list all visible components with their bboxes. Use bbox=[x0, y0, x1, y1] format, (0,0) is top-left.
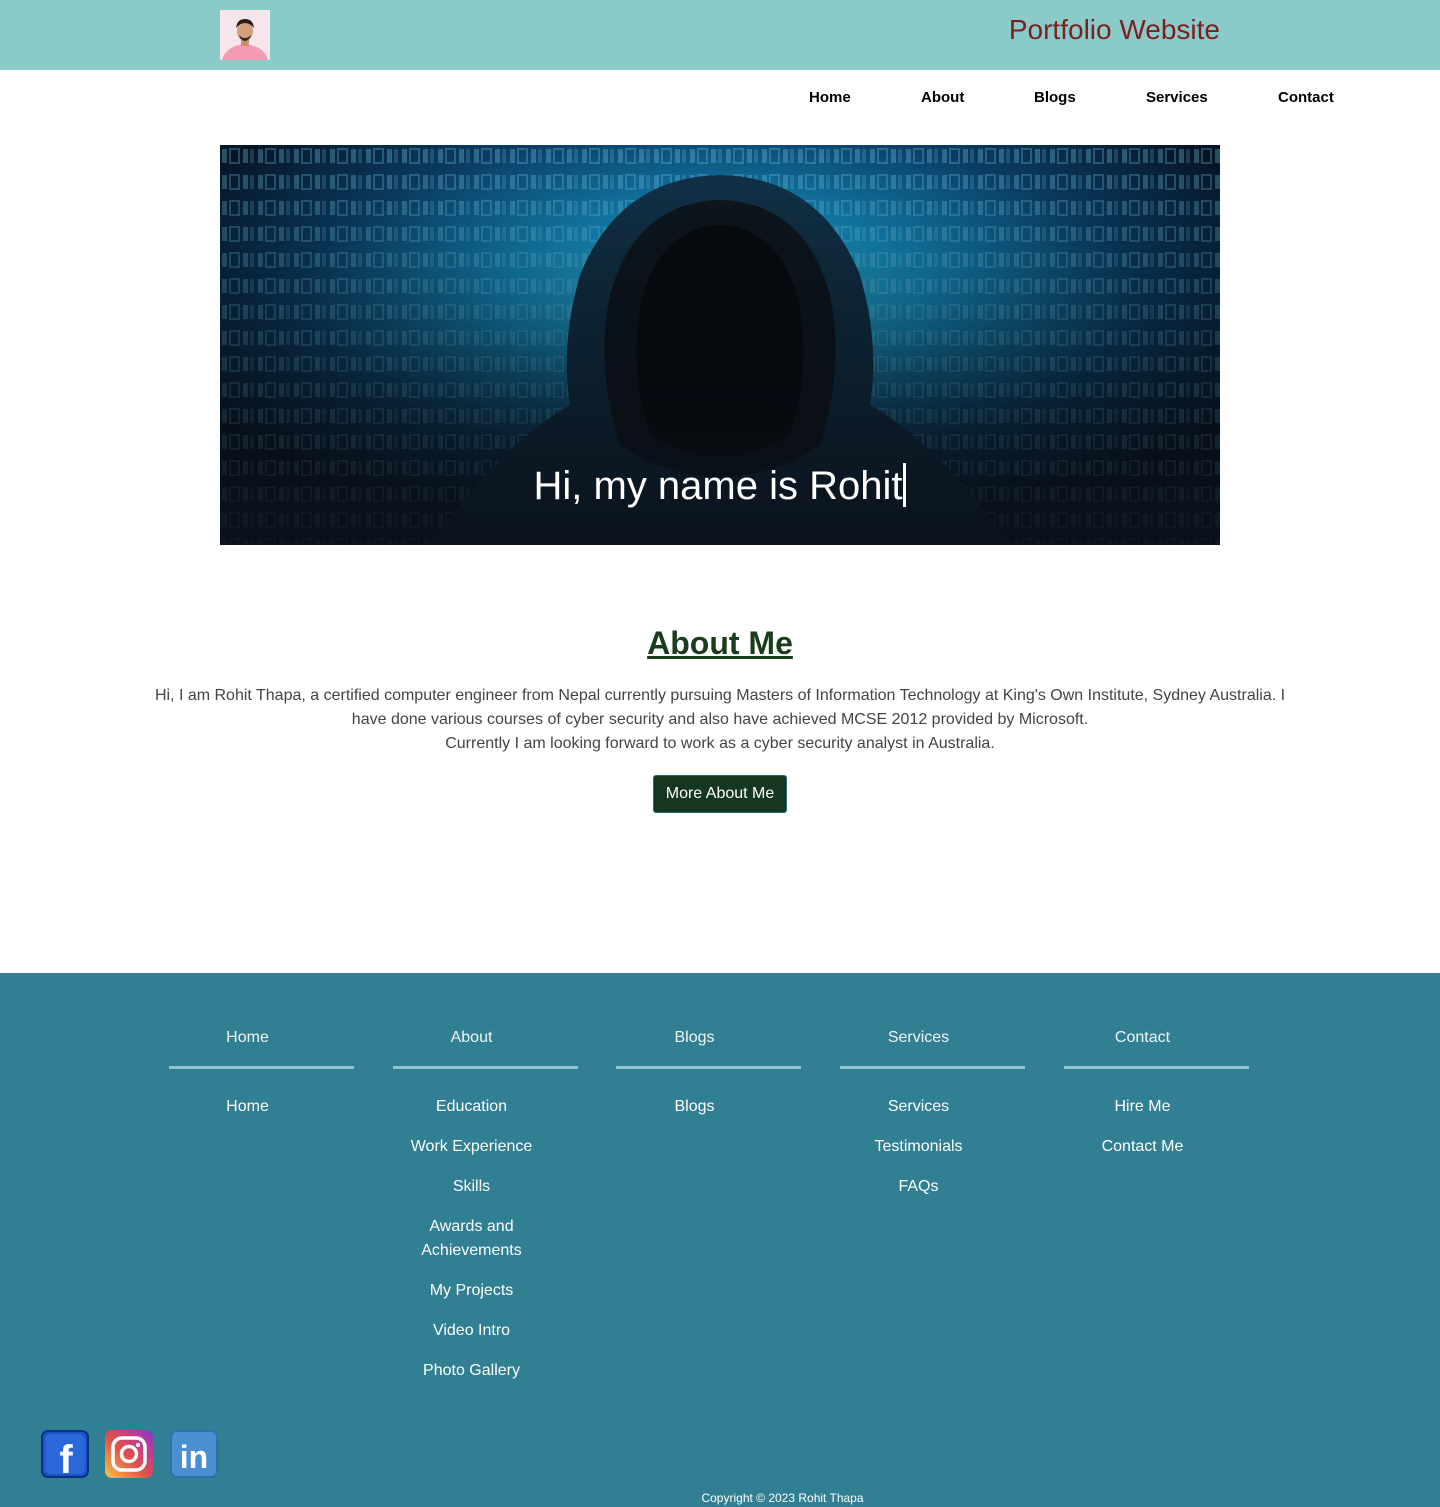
about-text: Hi, I am Rohit Thapa, a certified comput… bbox=[150, 684, 1290, 756]
footer-link-testimonials[interactable]: Testimonials bbox=[826, 1135, 1011, 1159]
nav-item-contact[interactable]: Contact bbox=[1278, 89, 1334, 106]
nav-item-blogs[interactable]: Blogs bbox=[1034, 89, 1076, 106]
linkedin-glyph: in bbox=[180, 1439, 208, 1475]
footer-link-video-intro[interactable]: Video Intro bbox=[379, 1319, 564, 1343]
nav-item-services[interactable]: Services bbox=[1146, 89, 1208, 106]
footer-link-work-experience[interactable]: Work Experience bbox=[379, 1135, 564, 1159]
footer-divider bbox=[169, 1066, 354, 1069]
nav-item-about[interactable]: About bbox=[921, 89, 964, 106]
footer-heading-blogs: Blogs bbox=[674, 1029, 715, 1046]
footer-link-services[interactable]: Services bbox=[826, 1095, 1011, 1119]
footer-link-photo-gallery[interactable]: Photo Gallery bbox=[379, 1359, 564, 1383]
facebook-glyph: f bbox=[59, 1438, 73, 1476]
instagram-icon[interactable] bbox=[105, 1430, 153, 1478]
footer-heading-about: About bbox=[450, 1029, 493, 1046]
footer-link-my-projects[interactable]: My Projects bbox=[379, 1279, 564, 1303]
nav-item-home[interactable]: Home bbox=[809, 89, 851, 106]
footer-link-education[interactable]: Education bbox=[379, 1095, 564, 1119]
footer-link-blogs[interactable]: Blogs bbox=[602, 1095, 787, 1119]
top-header: Portfolio Website bbox=[0, 0, 1440, 70]
typing-cursor bbox=[903, 463, 907, 507]
footer-link-home[interactable]: Home bbox=[155, 1095, 340, 1119]
more-about-me-button[interactable]: More About Me bbox=[653, 775, 787, 813]
main-nav: Home About Blogs Services Contact bbox=[0, 89, 1440, 109]
copyright: Copyright © 2023 Rohit Thapa bbox=[701, 1491, 864, 1505]
avatar bbox=[220, 10, 270, 60]
about-paragraph-2: Currently I am looking forward to work a… bbox=[445, 735, 995, 752]
footer: Home Home About Education Work Experienc… bbox=[0, 973, 1440, 1507]
footer-divider bbox=[393, 1066, 578, 1069]
footer-heading-services: Services bbox=[887, 1029, 950, 1046]
about-title: About Me bbox=[647, 625, 793, 661]
footer-divider bbox=[840, 1066, 1025, 1069]
site-title: Portfolio Website bbox=[1008, 14, 1220, 45]
facebook-icon[interactable]: f bbox=[41, 1430, 89, 1482]
footer-link-hire-me[interactable]: Hire Me bbox=[1050, 1095, 1235, 1119]
footer-link-contact-me[interactable]: Contact Me bbox=[1050, 1135, 1235, 1159]
linkedin-icon[interactable]: in bbox=[170, 1430, 218, 1478]
footer-link-skills[interactable]: Skills bbox=[379, 1175, 564, 1199]
hero-banner: Hi, my name is Rohit bbox=[220, 145, 1220, 545]
footer-heading-home: Home bbox=[226, 1029, 269, 1046]
hero-headline-text: Hi, my name is Rohit bbox=[533, 464, 903, 508]
footer-divider bbox=[616, 1066, 801, 1069]
footer-link-awards[interactable]: Awards and Achievements bbox=[379, 1215, 564, 1263]
footer-link-faqs[interactable]: FAQs bbox=[826, 1175, 1011, 1199]
hero-headline: Hi, my name is Rohit bbox=[220, 463, 1220, 509]
about-paragraph-1: Hi, I am Rohit Thapa, a certified comput… bbox=[154, 687, 1286, 728]
footer-divider bbox=[1064, 1066, 1249, 1069]
footer-heading-contact: Contact bbox=[1114, 1029, 1171, 1046]
